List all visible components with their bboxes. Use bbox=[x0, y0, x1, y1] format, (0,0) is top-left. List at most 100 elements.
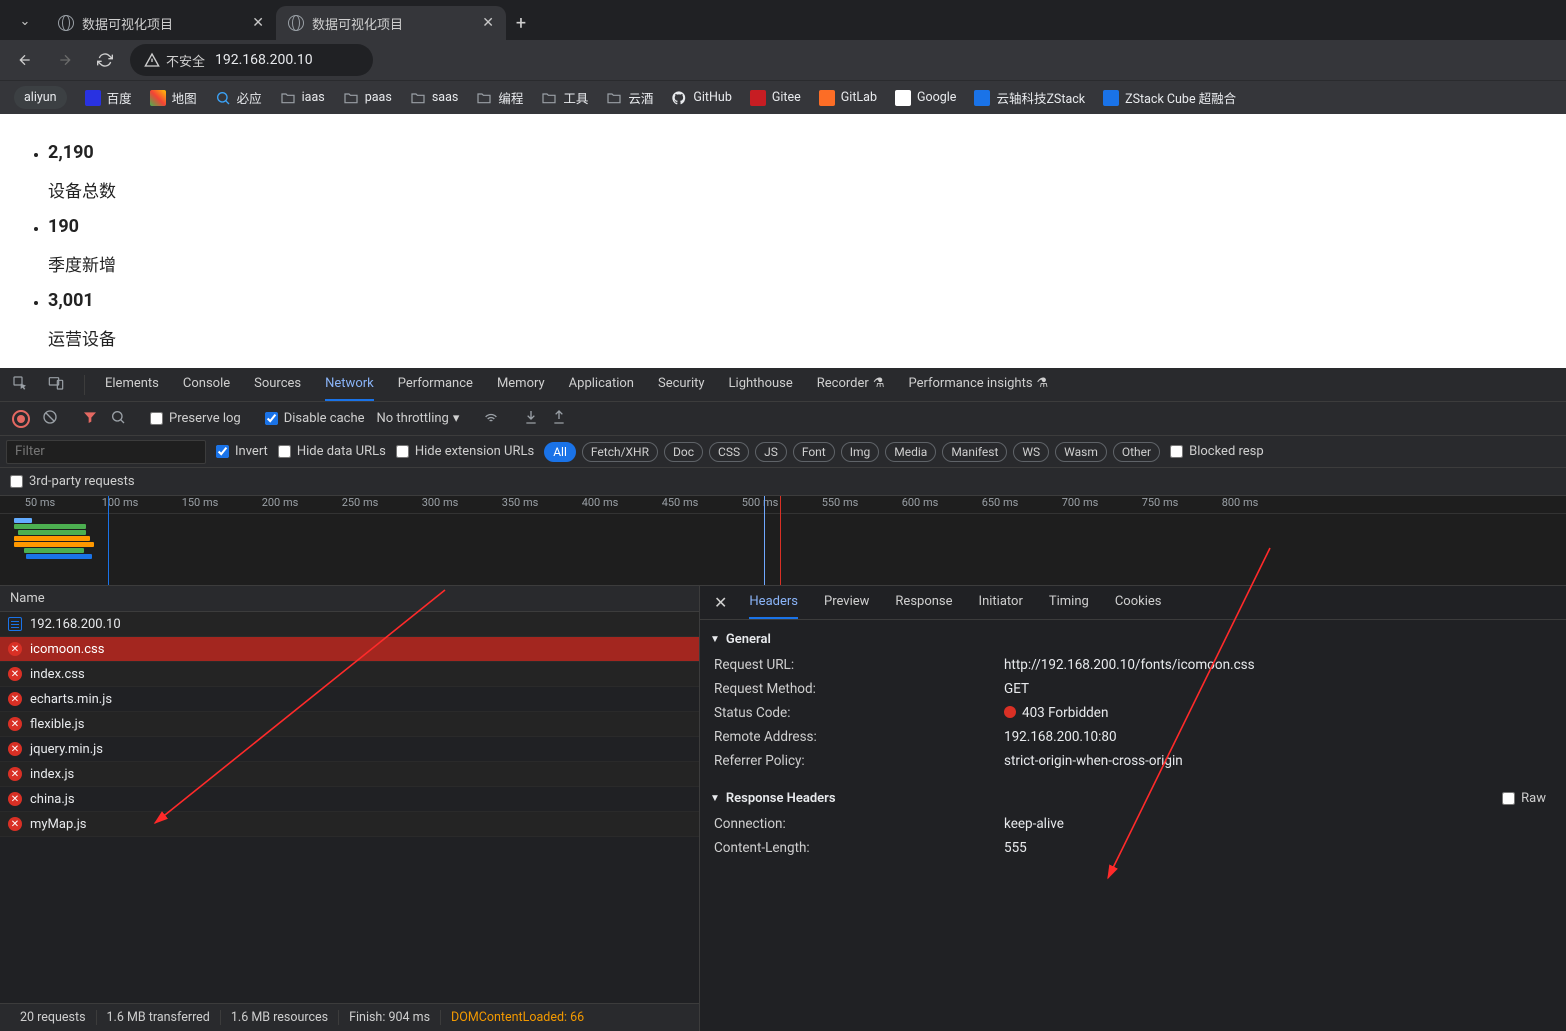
hide-data-urls-checkbox[interactable]: Hide data URLs bbox=[278, 444, 386, 459]
blocked-checkbox[interactable]: Blocked resp bbox=[1170, 444, 1264, 459]
devtools-panel-tab[interactable]: Security bbox=[658, 368, 705, 401]
bookmark-item[interactable]: iaas bbox=[280, 90, 325, 106]
header-row: Content-Length:555 bbox=[700, 836, 1566, 860]
header-value: 192.168.200.10:80 bbox=[1004, 729, 1552, 745]
devtools-panel-tab[interactable]: Sources bbox=[254, 368, 301, 401]
devtools-panel-tab[interactable]: Performance insights⚗ bbox=[908, 368, 1048, 401]
detail-tab[interactable]: Preview bbox=[824, 586, 869, 619]
bookmark-item[interactable]: 百度 bbox=[85, 88, 132, 107]
devtools-panel-tab[interactable]: Console bbox=[183, 368, 230, 401]
request-row[interactable]: ✕index.js bbox=[0, 762, 699, 787]
devtools-panel-tab[interactable]: Application bbox=[569, 368, 634, 401]
detail-tab[interactable]: Response bbox=[895, 586, 952, 619]
inspect-icon[interactable] bbox=[12, 375, 28, 395]
bookmark-item[interactable]: ZStack Cube 超融合 bbox=[1103, 88, 1236, 107]
transferred-size: 1.6 MB transferred bbox=[97, 1010, 221, 1025]
new-tab-button[interactable]: + bbox=[506, 8, 536, 38]
export-har-icon[interactable] bbox=[551, 409, 567, 429]
bookmark-item[interactable]: Google bbox=[895, 90, 956, 106]
bookmark-item[interactable]: 编程 bbox=[476, 88, 523, 107]
filter-type-pill[interactable]: Img bbox=[841, 442, 880, 462]
third-party-checkbox[interactable]: 3rd-party requests bbox=[10, 474, 135, 489]
bookmark-item[interactable]: GitHub bbox=[671, 90, 731, 106]
bookmark-item[interactable]: Gitee bbox=[750, 90, 801, 106]
reload-button[interactable] bbox=[90, 45, 120, 75]
detail-tab[interactable]: Timing bbox=[1049, 586, 1089, 619]
request-row[interactable]: ✕jquery.min.js bbox=[0, 737, 699, 762]
forward-button[interactable] bbox=[50, 45, 80, 75]
request-row[interactable]: ✕index.css bbox=[0, 662, 699, 687]
name-column-header[interactable]: Name bbox=[0, 586, 699, 612]
device-toggle-icon[interactable] bbox=[48, 375, 64, 395]
request-row[interactable]: ✕china.js bbox=[0, 787, 699, 812]
timeline-label: 750 ms bbox=[1120, 496, 1200, 513]
invert-checkbox[interactable]: Invert bbox=[216, 444, 268, 459]
detail-tab[interactable]: Initiator bbox=[979, 586, 1023, 619]
request-row[interactable]: ✕flexible.js bbox=[0, 712, 699, 737]
clear-button[interactable] bbox=[42, 409, 58, 429]
response-headers-section-header[interactable]: ▼Response Headers Raw bbox=[700, 785, 1566, 812]
close-tab-icon[interactable]: ✕ bbox=[252, 15, 264, 31]
filter-type-pill[interactable]: CSS bbox=[709, 442, 749, 462]
devtools-panel-tab[interactable]: Recorder⚗ bbox=[817, 368, 885, 401]
back-button[interactable] bbox=[10, 45, 40, 75]
devtools-panel-tab[interactable]: Network bbox=[325, 368, 374, 401]
timeline-label: 150 ms bbox=[160, 496, 240, 513]
devtools-panel-tab[interactable]: Elements bbox=[105, 368, 159, 401]
detail-tab[interactable]: Cookies bbox=[1115, 586, 1162, 619]
detail-tab[interactable]: Headers bbox=[749, 586, 798, 619]
bookmark-item[interactable]: paas bbox=[343, 90, 392, 106]
bookmark-label: 百度 bbox=[107, 88, 132, 107]
filter-type-pill[interactable]: Doc bbox=[664, 442, 703, 462]
filter-type-pill[interactable]: Fetch/XHR bbox=[582, 442, 658, 462]
close-tab-icon[interactable]: ✕ bbox=[482, 15, 494, 31]
address-bar[interactable]: 不安全 192.168.200.10 bbox=[130, 44, 373, 76]
browser-tab[interactable]: 数据可视化项目✕ bbox=[46, 6, 276, 40]
devtools-panel-tab[interactable]: Memory bbox=[497, 368, 545, 401]
network-filter-bar-2: 3rd-party requests bbox=[0, 468, 1566, 496]
bookmark-item[interactable]: 地图 bbox=[150, 88, 197, 107]
request-row[interactable]: ✕myMap.js bbox=[0, 812, 699, 837]
filter-type-pill[interactable]: JS bbox=[755, 442, 787, 462]
bookmark-item[interactable]: saas bbox=[410, 90, 459, 106]
tab-search-button[interactable]: ⌄ bbox=[10, 6, 40, 36]
filter-type-pill[interactable]: Wasm bbox=[1055, 442, 1107, 462]
bookmark-item[interactable]: 云轴科技ZStack bbox=[974, 88, 1085, 107]
close-detail-button[interactable]: ✕ bbox=[714, 593, 727, 612]
filter-type-pill[interactable]: All bbox=[544, 442, 576, 462]
bookmark-label: 云酒 bbox=[628, 88, 653, 107]
bookmark-label: 地图 bbox=[172, 88, 197, 107]
record-button[interactable] bbox=[12, 410, 30, 428]
bookmark-item[interactable]: aliyun bbox=[14, 86, 67, 109]
filter-type-pill[interactable]: Font bbox=[793, 442, 835, 462]
throttling-select[interactable]: No throttling ▾ bbox=[377, 411, 460, 426]
raw-checkbox[interactable]: Raw bbox=[1502, 791, 1546, 806]
request-row[interactable]: ✕echarts.min.js bbox=[0, 687, 699, 712]
filter-input[interactable] bbox=[6, 440, 206, 464]
bookmark-item[interactable]: GitLab bbox=[819, 90, 877, 106]
network-conditions-icon[interactable] bbox=[483, 409, 499, 429]
disable-cache-checkbox[interactable]: Disable cache bbox=[265, 411, 365, 426]
devtools-panel-tab[interactable]: Lighthouse bbox=[729, 368, 793, 401]
filter-type-pill[interactable]: Manifest bbox=[942, 442, 1007, 462]
browser-tab[interactable]: 数据可视化项目✕ bbox=[276, 6, 506, 40]
request-row[interactable]: 192.168.200.10 bbox=[0, 612, 699, 637]
bookmark-item[interactable]: 云酒 bbox=[606, 88, 653, 107]
hide-extension-urls-checkbox[interactable]: Hide extension URLs bbox=[396, 444, 534, 459]
preserve-log-checkbox[interactable]: Preserve log bbox=[150, 411, 241, 426]
header-key: Content-Length: bbox=[714, 840, 1004, 856]
bookmark-item[interactable]: 必应 bbox=[215, 88, 262, 107]
filter-type-pill[interactable]: Media bbox=[885, 442, 936, 462]
filter-type-pill[interactable]: Other bbox=[1113, 442, 1160, 462]
filter-toggle-icon[interactable] bbox=[82, 409, 98, 429]
bookmark-item[interactable]: 工具 bbox=[541, 88, 588, 107]
filter-type-pill[interactable]: WS bbox=[1013, 442, 1049, 462]
search-icon[interactable] bbox=[110, 409, 126, 429]
network-timeline[interactable]: 50 ms100 ms150 ms200 ms250 ms300 ms350 m… bbox=[0, 496, 1566, 586]
header-row: Request URL:http://192.168.200.10/fonts/… bbox=[700, 653, 1566, 677]
devtools-panel-tab[interactable]: Performance bbox=[398, 368, 473, 401]
header-key: Remote Address: bbox=[714, 729, 1004, 745]
general-section-header[interactable]: ▼General bbox=[700, 626, 1566, 653]
request-row[interactable]: ✕icomoon.css bbox=[0, 637, 699, 662]
import-har-icon[interactable] bbox=[523, 409, 539, 429]
